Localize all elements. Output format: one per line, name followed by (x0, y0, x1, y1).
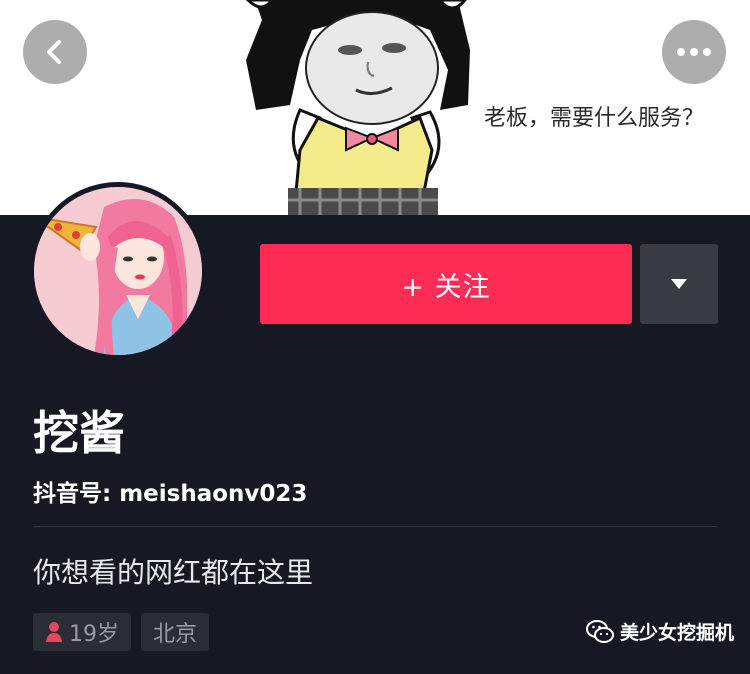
more-dots-icon (677, 48, 711, 56)
wechat-icon (586, 619, 614, 643)
profile-bio: 你想看的网红都在这里 (33, 556, 314, 589)
watermark-text: 美少女挖掘机 (620, 622, 735, 644)
cover-caption: 老板，需要什么服务？ (484, 106, 705, 131)
city-label: 北京 (152, 622, 197, 647)
avatar-illustration (34, 187, 202, 355)
follow-button[interactable]: + 关注 (260, 244, 632, 324)
profile-nickname: 挖酱 (33, 406, 125, 460)
wechat-watermark: 美少女挖掘机 (586, 618, 734, 645)
age-tag: 19岁 (33, 613, 131, 651)
profile-section: + 关注 挖酱 抖音号: meishaonv023 你想看的网红都在这里 19岁… (0, 182, 750, 674)
caret-down-icon (671, 279, 687, 289)
female-user-icon (46, 622, 62, 642)
avatar-frame (29, 182, 207, 360)
more-options-dropdown[interactable] (640, 244, 718, 324)
age-label: 19岁 (69, 622, 119, 647)
divider (33, 526, 717, 527)
chevron-left-icon (47, 40, 61, 64)
city-tag: 北京 (141, 613, 209, 651)
avatar[interactable] (34, 187, 202, 355)
back-button[interactable] (23, 20, 87, 84)
douyin-id: 抖音号: meishaonv023 (33, 481, 308, 507)
more-button[interactable] (662, 20, 726, 84)
